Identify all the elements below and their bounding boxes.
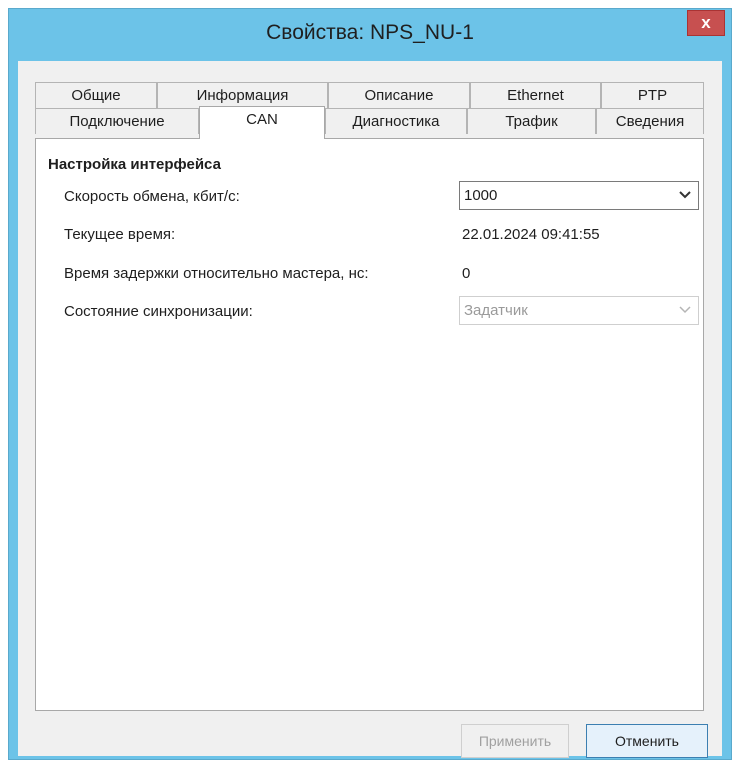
- tab-information[interactable]: Информация: [157, 82, 328, 108]
- apply-button[interactable]: Применить: [461, 724, 569, 758]
- dialog-client-area: Общие Информация Описание Ethernet PTP П…: [18, 61, 722, 758]
- chevron-down-icon: [679, 306, 691, 314]
- speed-value: 1000: [464, 187, 498, 204]
- chevron-down-icon: [679, 191, 691, 199]
- sync-state-select[interactable]: Задатчик: [459, 296, 699, 325]
- delay-label: Время задержки относительно мастера, нс:: [64, 265, 369, 282]
- current-time-value: 22.01.2024 09:41:55: [462, 226, 600, 243]
- current-time-label: Текущее время:: [64, 226, 176, 243]
- speed-select[interactable]: 1000: [459, 181, 699, 210]
- tab-diagnostics[interactable]: Диагностика: [325, 108, 467, 134]
- tab-panel-can: Настройка интерфейса Скорость обмена, кб…: [35, 138, 704, 711]
- close-button[interactable]: x: [687, 10, 725, 36]
- tab-can[interactable]: CAN: [199, 106, 325, 139]
- tab-ptp[interactable]: PTP: [601, 82, 704, 108]
- window-title: Свойства: NPS_NU-1: [266, 21, 474, 44]
- tab-details[interactable]: Сведения: [596, 108, 704, 134]
- close-icon: x: [701, 13, 711, 32]
- properties-dialog: Свойства: NPS_NU-1 x Общие Информация Оп…: [8, 8, 732, 760]
- tab-ethernet[interactable]: Ethernet: [470, 82, 601, 108]
- tab-general[interactable]: Общие: [35, 82, 157, 108]
- title-bar[interactable]: Свойства: NPS_NU-1 x: [9, 9, 731, 61]
- sync-state-value: Задатчик: [464, 302, 528, 319]
- group-title: Настройка интерфейса: [48, 156, 221, 173]
- sync-state-label: Состояние синхронизации:: [64, 303, 253, 320]
- tab-description[interactable]: Описание: [328, 82, 470, 108]
- cancel-button[interactable]: Отменить: [586, 724, 708, 758]
- tab-traffic[interactable]: Трафик: [467, 108, 596, 134]
- speed-label: Скорость обмена, кбит/с:: [64, 188, 240, 205]
- delay-value: 0: [462, 265, 471, 282]
- tab-connection[interactable]: Подключение: [35, 108, 199, 134]
